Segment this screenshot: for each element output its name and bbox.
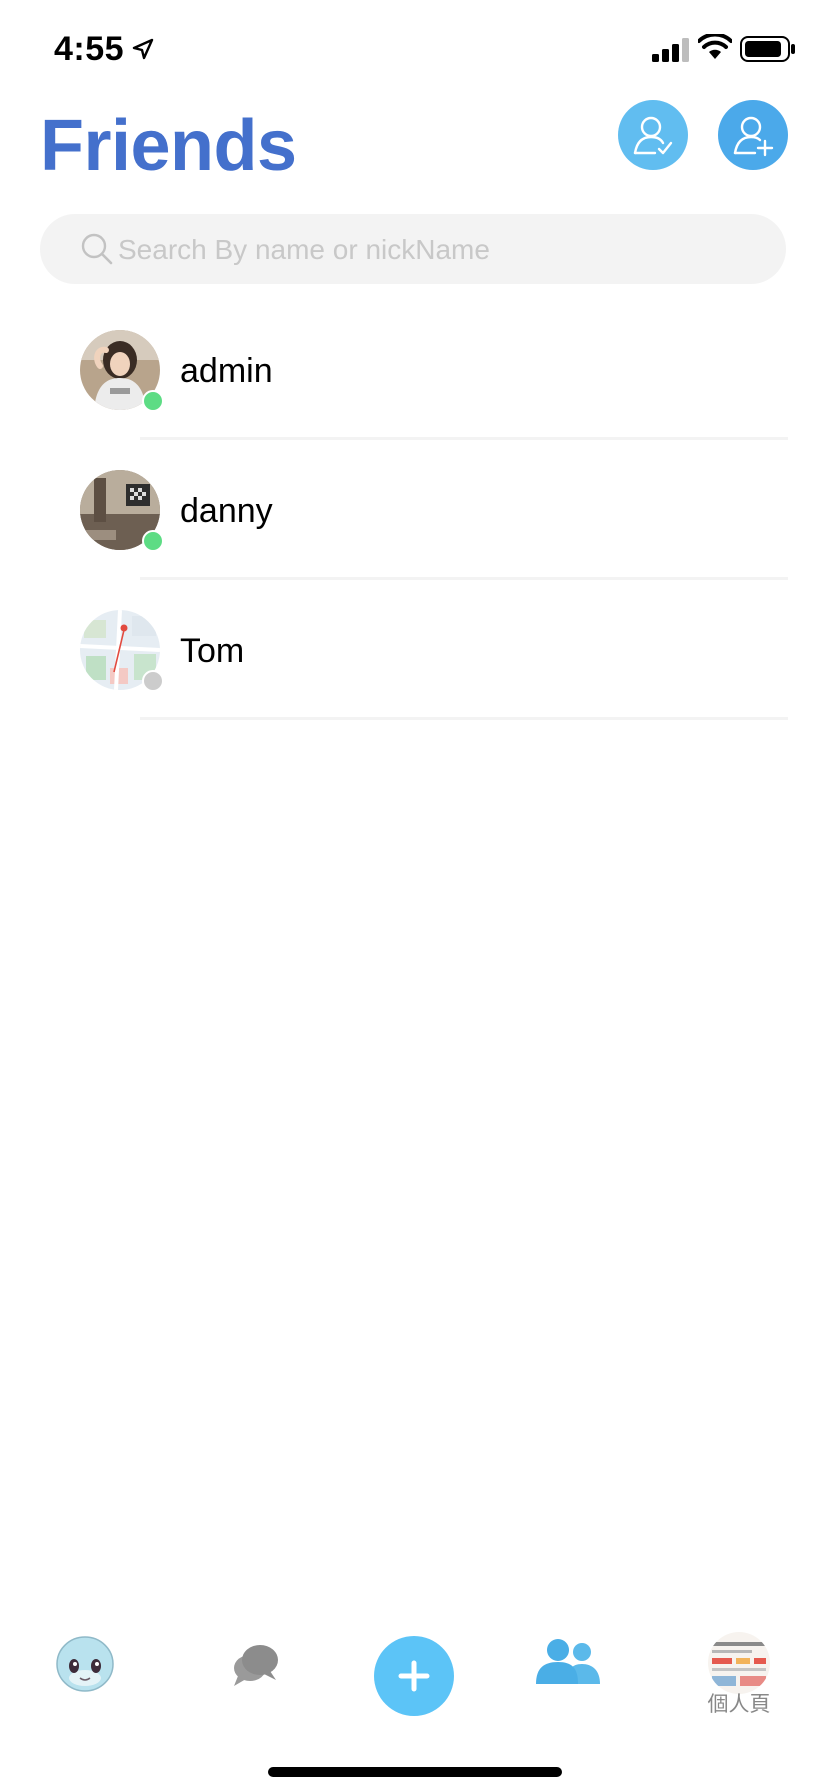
friend-requests-icon — [633, 116, 673, 155]
friend-name: Tom — [180, 632, 245, 670]
profile-avatar — [708, 1632, 770, 1694]
squirtle-home-icon — [56, 1636, 114, 1692]
status-time: 4:55 — [54, 30, 125, 68]
home-indicator[interactable] — [268, 1767, 562, 1777]
tab-chats[interactable] — [230, 1640, 282, 1695]
create-button[interactable] — [374, 1636, 454, 1716]
avatar-container — [80, 470, 164, 552]
online-status-indicator — [142, 390, 164, 412]
friend-name: danny — [180, 492, 273, 530]
friend-list: admin danny Tom — [0, 300, 828, 720]
friends-icon — [536, 1639, 600, 1684]
location-arrow-icon — [132, 38, 154, 60]
add-friend-button[interactable] — [718, 100, 788, 170]
tab-profile[interactable]: 個人頁 — [706, 1632, 772, 1718]
friend-requests-button[interactable] — [618, 100, 688, 170]
search-input[interactable] — [116, 214, 760, 286]
friend-name: admin — [180, 352, 273, 390]
row-divider — [140, 717, 788, 720]
wifi-icon — [698, 34, 732, 59]
avatar-container — [80, 610, 164, 692]
tab-profile-label: 個人頁 — [707, 1692, 771, 1716]
page-title: Friends — [40, 106, 297, 186]
friend-row-admin[interactable]: admin — [0, 300, 828, 440]
search-icon — [81, 233, 113, 265]
battery-icon — [740, 36, 795, 62]
chat-bubbles-icon — [234, 1645, 278, 1686]
online-status-indicator — [142, 530, 164, 552]
friend-row-danny[interactable]: danny — [0, 440, 828, 580]
plus-icon — [398, 1660, 430, 1692]
tab-bar: 個人頁 — [0, 1620, 828, 1740]
tab-friends[interactable] — [536, 1638, 602, 1689]
cellular-signal-icon — [652, 38, 689, 62]
search-bar — [40, 214, 786, 286]
friend-row-tom[interactable]: Tom — [0, 580, 828, 720]
status-bar: 4:55 — [0, 0, 828, 100]
add-friend-icon — [733, 116, 774, 157]
avatar-container — [80, 330, 164, 412]
offline-status-indicator — [142, 670, 164, 692]
tab-home[interactable] — [54, 1634, 116, 1699]
